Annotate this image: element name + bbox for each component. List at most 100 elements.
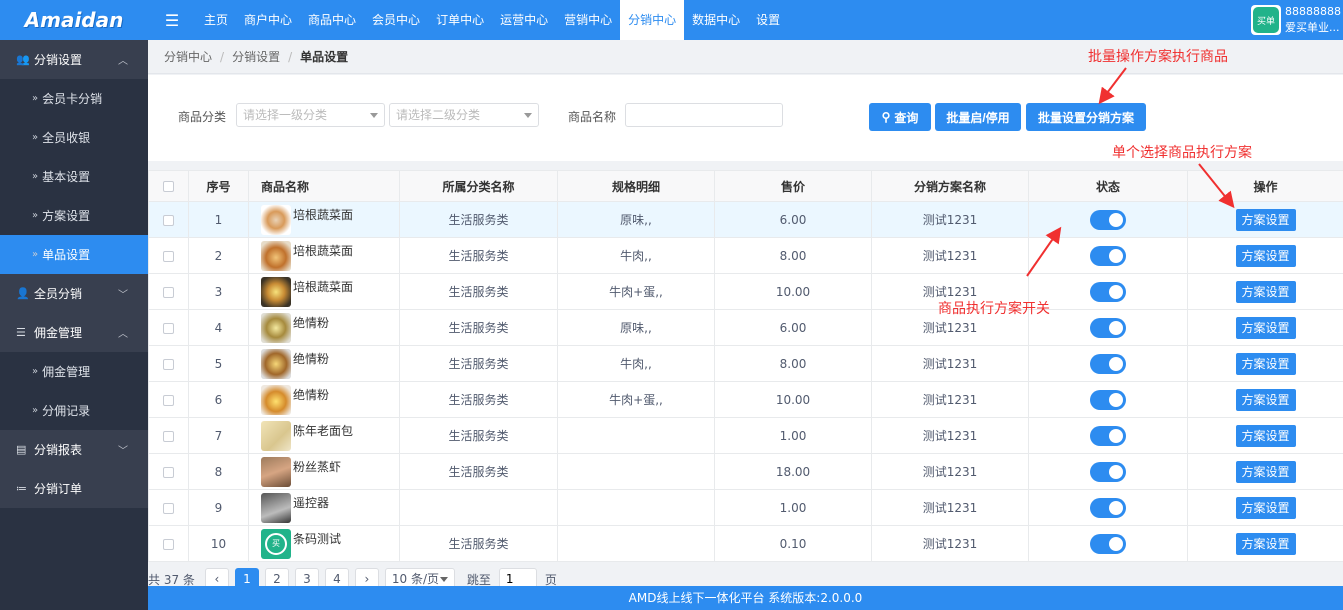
- nav-item-merchant[interactable]: 商户中心: [236, 0, 300, 40]
- nav-item-order[interactable]: 订单中心: [428, 0, 492, 40]
- breadcrumb-item[interactable]: 分销中心: [164, 48, 212, 65]
- sidebar-item-card-distribution[interactable]: » 会员卡分销: [0, 79, 148, 118]
- category2-select[interactable]: 请选择二级分类: [389, 103, 539, 127]
- nav-item-settings[interactable]: 设置: [748, 0, 788, 40]
- table-row: 8 粉丝蒸虾 生活服务类 18.00 测试1231 方案设置: [148, 453, 1343, 490]
- price-cell: 1.00: [714, 489, 872, 526]
- row-checkbox[interactable]: [163, 538, 174, 550]
- status-toggle[interactable]: [1090, 281, 1126, 302]
- plan-settings-button[interactable]: 方案设置: [1235, 244, 1296, 267]
- sidebar-item-commission-manage[interactable]: » 佣金管理: [0, 352, 148, 391]
- row-checkbox-cell[interactable]: [148, 237, 189, 274]
- sidebar-group-all-distribution[interactable]: 👤 全员分销 ﹀: [0, 274, 148, 313]
- category-cell: 生活服务类: [399, 525, 558, 562]
- row-checkbox[interactable]: [163, 214, 174, 226]
- total-count: 共 37 条: [148, 572, 195, 587]
- row-checkbox-cell[interactable]: [148, 453, 189, 490]
- product-name-cell: 绝情粉: [248, 309, 400, 346]
- plan-settings-button[interactable]: 方案设置: [1235, 424, 1296, 447]
- row-checkbox[interactable]: [163, 286, 174, 298]
- row-checkbox[interactable]: [163, 394, 174, 406]
- nav-item-data[interactable]: 数据中心: [684, 0, 748, 40]
- row-checkbox-cell[interactable]: [148, 381, 189, 418]
- sidebar-item-commission-records[interactable]: » 分佣记录: [0, 391, 148, 430]
- row-checkbox[interactable]: [163, 250, 174, 262]
- status-toggle[interactable]: [1090, 317, 1126, 338]
- app-logo[interactable]: Amaidan: [0, 0, 148, 40]
- status-cell: [1028, 453, 1188, 490]
- row-checkbox[interactable]: [163, 502, 174, 514]
- sidebar-group-orders[interactable]: ≔ 分销订单: [0, 469, 148, 508]
- sidebar-group-reports[interactable]: ▤ 分销报表 ﹀: [0, 430, 148, 469]
- batch-toggle-button[interactable]: 批量启/停用: [935, 103, 1021, 131]
- plan-settings-button[interactable]: 方案设置: [1235, 388, 1296, 411]
- page-size-value: 10 条/页: [391, 572, 440, 586]
- row-checkbox-cell[interactable]: [148, 489, 189, 526]
- query-button[interactable]: ⚲ 查询: [869, 103, 931, 131]
- product-name-cell: 培根蔬菜面: [248, 201, 400, 238]
- plan-settings-button[interactable]: 方案设置: [1235, 460, 1296, 483]
- status-toggle[interactable]: [1090, 353, 1126, 374]
- plan-settings-button[interactable]: 方案设置: [1235, 280, 1296, 303]
- row-checkbox[interactable]: [163, 322, 174, 334]
- avatar-logo: 买单: [1253, 7, 1279, 33]
- sidebar-item-basic-settings[interactable]: » 基本设置: [0, 157, 148, 196]
- action-cell: 方案设置: [1187, 417, 1343, 454]
- user-name: 爱买单业...: [1285, 21, 1340, 34]
- plan-settings-button[interactable]: 方案设置: [1235, 208, 1296, 231]
- plan-settings-button[interactable]: 方案设置: [1235, 352, 1296, 375]
- row-checkbox[interactable]: [163, 358, 174, 370]
- spec-cell: 原味,,: [557, 201, 715, 238]
- product-thumbnail: [261, 277, 291, 307]
- breadcrumb-item[interactable]: 分销设置: [232, 48, 280, 65]
- nav-item-product[interactable]: 商品中心: [300, 0, 364, 40]
- plan-settings-button[interactable]: 方案设置: [1235, 496, 1296, 519]
- caret-down-icon: [370, 113, 378, 118]
- row-checkbox[interactable]: [163, 430, 174, 442]
- nav-item-operation[interactable]: 运营中心: [492, 0, 556, 40]
- row-checkbox-cell[interactable]: [148, 309, 189, 346]
- status-toggle[interactable]: [1090, 497, 1126, 518]
- nav-item-member[interactable]: 会员中心: [364, 0, 428, 40]
- status-cell: [1028, 417, 1188, 454]
- status-toggle[interactable]: [1090, 209, 1126, 230]
- status-toggle[interactable]: [1090, 389, 1126, 410]
- hamburger-icon[interactable]: ☰: [148, 0, 196, 40]
- nav-item-distribution[interactable]: 分销中心: [620, 0, 685, 40]
- category-cell: 生活服务类: [399, 381, 558, 418]
- category-cell: 生活服务类: [399, 417, 558, 454]
- batch-plan-button[interactable]: 批量设置分销方案: [1026, 103, 1146, 131]
- sidebar-item-plan-settings[interactable]: » 方案设置: [0, 196, 148, 235]
- product-name: 粉丝蒸虾: [293, 460, 342, 474]
- select-all-cell[interactable]: [148, 170, 189, 202]
- status-toggle[interactable]: [1090, 461, 1126, 482]
- status-toggle[interactable]: [1090, 245, 1126, 266]
- row-checkbox-cell[interactable]: [148, 201, 189, 238]
- select-all-checkbox[interactable]: [163, 181, 174, 192]
- nav-item-marketing[interactable]: 营销中心: [556, 0, 620, 40]
- row-checkbox-cell[interactable]: [148, 417, 189, 454]
- category1-select[interactable]: 请选择一级分类: [236, 103, 385, 127]
- top-bar: Amaidan ☰ 主页 商户中心 商品中心 会员中心 订单中心 运营中心 营销…: [0, 0, 1343, 40]
- row-checkbox-cell[interactable]: [148, 525, 189, 562]
- action-cell: 方案设置: [1187, 453, 1343, 490]
- nav-item-home[interactable]: 主页: [196, 0, 236, 40]
- table-row: 7 陈年老面包 生活服务类 1.00 测试1231 方案设置: [148, 417, 1343, 454]
- sidebar-item-single-product-settings[interactable]: » 单品设置: [0, 235, 148, 274]
- sidebar-group-label: 佣金管理: [34, 326, 83, 340]
- row-no: 1: [188, 201, 249, 238]
- product-name-input[interactable]: [625, 103, 783, 127]
- plan-settings-button[interactable]: 方案设置: [1235, 532, 1296, 555]
- sidebar-group-commission[interactable]: ☰ 佣金管理 ︿: [0, 313, 148, 352]
- user-menu[interactable]: 买单 88888888 爱买单业...: [1251, 0, 1343, 40]
- action-cell: 方案设置: [1187, 273, 1343, 310]
- sidebar-item-all-cashier[interactable]: » 全员收银: [0, 118, 148, 157]
- status-toggle[interactable]: [1090, 425, 1126, 446]
- row-checkbox-cell[interactable]: [148, 273, 189, 310]
- plan-settings-button[interactable]: 方案设置: [1235, 316, 1296, 339]
- row-checkbox[interactable]: [163, 466, 174, 478]
- chevron-up-icon: ︿: [118, 56, 128, 67]
- status-toggle[interactable]: [1090, 533, 1126, 554]
- sidebar-group-distribution-settings[interactable]: 👥 分销设置 ︿: [0, 40, 148, 79]
- row-checkbox-cell[interactable]: [148, 345, 189, 382]
